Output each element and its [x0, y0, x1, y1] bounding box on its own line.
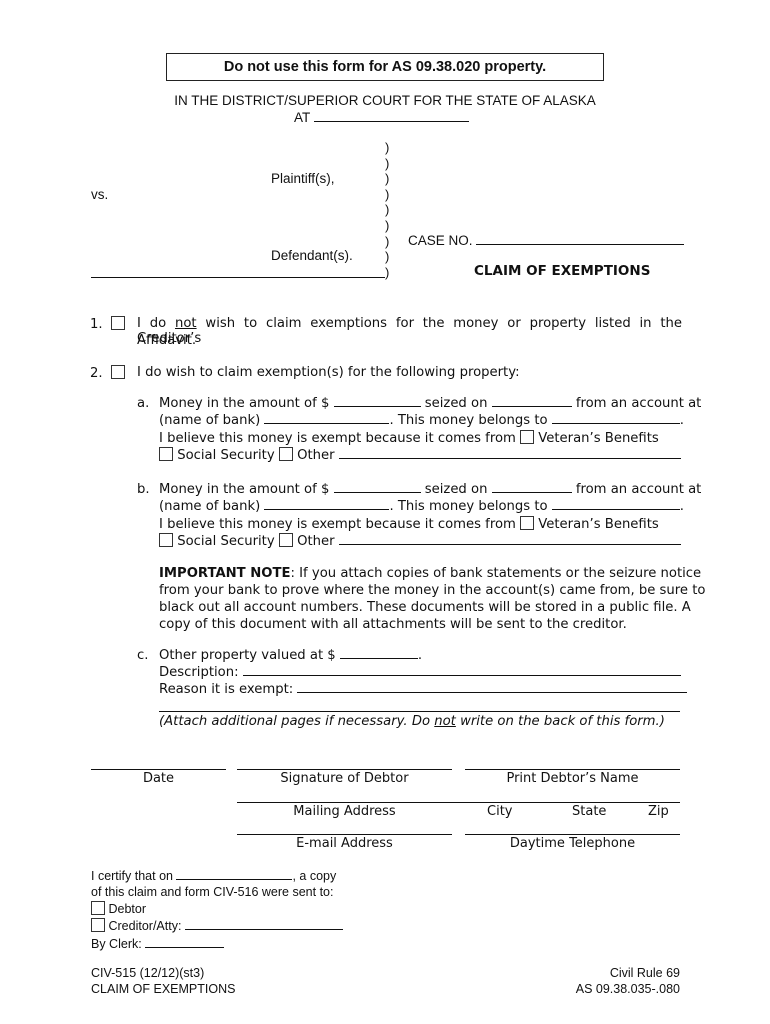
money-a-line4: Social Security Other [159, 447, 681, 463]
signature-line[interactable] [237, 769, 452, 770]
address-line[interactable] [237, 802, 680, 803]
print-name-label: Print Debtor’s Name [506, 771, 639, 786]
case-no-label: CASE NO. [408, 233, 473, 248]
item-2: 2. [90, 365, 125, 381]
date-label: Date [142, 771, 175, 786]
certify-line2: of this claim and form CIV-516 were sent… [91, 885, 334, 899]
reason-field-continued[interactable] [159, 711, 680, 712]
money-b-letter: b. [137, 482, 150, 497]
other-property-description: Description: [159, 665, 681, 680]
form-id: CIV-515 (12/12)(st3) [91, 966, 205, 980]
certify-debtor: Debtor [91, 901, 146, 916]
zip-label: Zip [648, 804, 669, 819]
other-property-value-field[interactable] [339, 657, 418, 659]
money-b-line3: I believe this money is exempt because i… [159, 516, 659, 532]
certify-date-field[interactable] [176, 878, 293, 880]
creditor-checkbox[interactable] [91, 918, 105, 932]
by-clerk: By Clerk: [91, 937, 225, 951]
certify-line1: I certify that on , a copy [91, 869, 337, 883]
city-label: City [487, 804, 513, 819]
other-property-letter: c. [137, 648, 149, 663]
vs-label: vs. [91, 187, 109, 202]
money-a-seized-date-field[interactable] [491, 405, 572, 407]
money-a-other-checkbox[interactable] [278, 447, 293, 461]
money-b-other-checkbox[interactable] [278, 533, 293, 547]
at-label: AT [294, 110, 311, 125]
money-a-bank-field[interactable] [264, 422, 390, 424]
date-line[interactable] [91, 769, 226, 770]
caption-parens: ))) ))) ))) [385, 140, 390, 280]
money-a-veterans-checkbox[interactable] [520, 430, 535, 444]
description-field[interactable] [242, 674, 681, 676]
mailing-address-label: Mailing Address [293, 804, 396, 819]
debtor-checkbox[interactable] [91, 901, 105, 915]
state-label: State [572, 804, 607, 819]
money-b-owner-field[interactable] [551, 508, 680, 510]
attach-note: (Attach additional pages if necessary. D… [159, 714, 665, 729]
court-location-field[interactable] [313, 120, 469, 122]
signature-label: Signature of Debtor [280, 771, 409, 786]
money-a-line2: (name of bank) . This money belongs to . [159, 413, 684, 428]
money-b-seized-date-field[interactable] [491, 491, 572, 493]
court-location: AT [294, 110, 469, 125]
money-a-line3: I believe this money is exempt because i… [159, 430, 659, 446]
phone-line[interactable] [465, 834, 680, 835]
phone-label: Daytime Telephone [509, 836, 636, 851]
form-title: CLAIM OF EXEMPTIONS [474, 263, 651, 279]
defendant-name-line[interactable] [91, 277, 385, 278]
money-a-line1: Money in the amount of $ seized on from … [159, 396, 702, 411]
money-a-amount-field[interactable] [333, 405, 421, 407]
form-name: CLAIM OF EXEMPTIONS [91, 982, 236, 996]
print-name-line[interactable] [465, 769, 680, 770]
money-b-line2: (name of bank) . This money belongs to . [159, 499, 684, 514]
certify-creditor: Creditor/Atty: [91, 918, 343, 933]
item-2-text: I do wish to claim exemption(s) for the … [137, 365, 520, 380]
money-b-social-security-checkbox[interactable] [159, 533, 173, 547]
money-a-owner-field[interactable] [551, 422, 680, 424]
item-1-text-line2: Affidavit. [137, 333, 197, 348]
money-b-line1: Money in the amount of $ seized on from … [159, 482, 702, 497]
money-b-bank-field[interactable] [264, 508, 390, 510]
other-property-value: Other property valued at $ . [159, 648, 423, 663]
money-b-veterans-checkbox[interactable] [520, 516, 535, 530]
defendant-label: Defendant(s). [271, 248, 353, 263]
clerk-field[interactable] [145, 946, 225, 948]
civil-rule: Civil Rule 69 [609, 966, 680, 980]
email-line[interactable] [237, 834, 452, 835]
money-a-other-field[interactable] [338, 457, 681, 459]
item-number: 2. [90, 366, 103, 381]
important-note: IMPORTANT NOTE: If you attach copies of … [159, 566, 706, 632]
important-note-label: IMPORTANT NOTE [159, 566, 291, 581]
item-1-checkbox[interactable] [110, 316, 125, 330]
item-1: 1. [90, 316, 125, 332]
plaintiff-label: Plaintiff(s), [271, 171, 335, 186]
statute-reference: AS 09.38.035-.080 [575, 982, 680, 996]
money-a-letter: a. [137, 396, 150, 411]
other-property-reason: Reason it is exempt: [159, 682, 688, 697]
warning-banner: Do not use this form for AS 09.38.020 pr… [166, 53, 604, 81]
court-heading: IN THE DISTRICT/SUPERIOR COURT FOR THE S… [174, 93, 596, 108]
money-a-social-security-checkbox[interactable] [159, 447, 173, 461]
item-1-text: I do not wish to claim exemptions for th… [137, 316, 682, 346]
email-label: E-mail Address [296, 836, 393, 851]
item-number: 1. [90, 317, 103, 332]
creditor-field[interactable] [184, 928, 343, 930]
case-no-field[interactable] [476, 243, 685, 245]
money-b-amount-field[interactable] [333, 491, 421, 493]
case-number: CASE NO. [408, 233, 685, 248]
reason-field[interactable] [297, 691, 688, 693]
money-b-other-field[interactable] [338, 543, 681, 545]
item-2-checkbox[interactable] [110, 365, 125, 379]
money-b-line4: Social Security Other [159, 533, 681, 549]
